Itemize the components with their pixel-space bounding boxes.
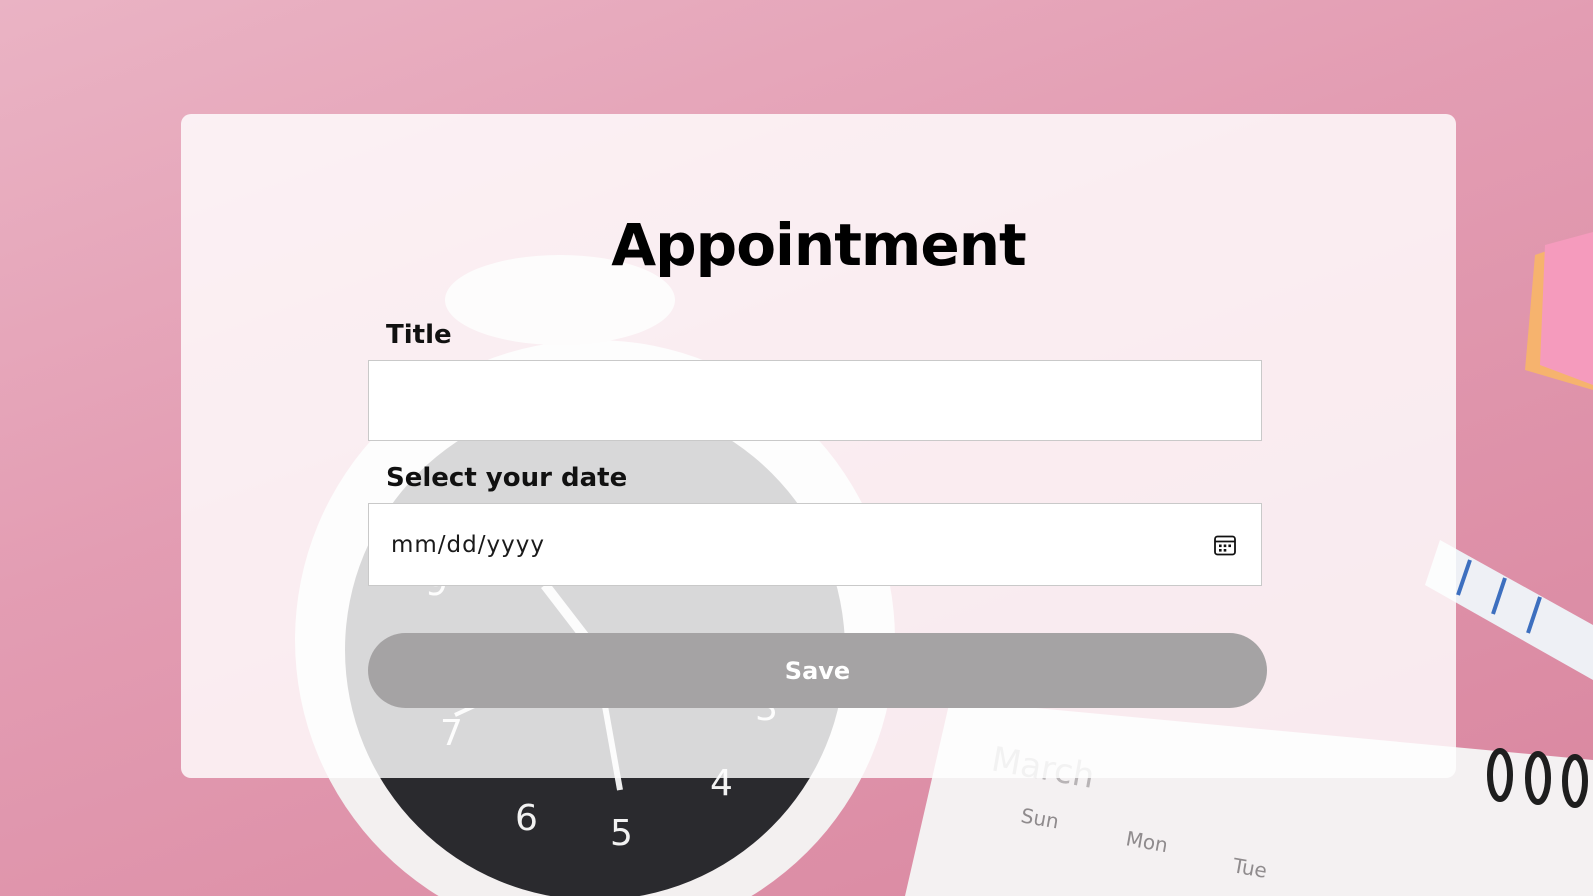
app-screen: MarchSunMonTue934567 Appointment Title S…	[0, 0, 1593, 896]
page-title: Appointment	[611, 211, 1026, 279]
calendar-icon[interactable]	[1213, 533, 1237, 557]
date-label: Select your date	[386, 463, 628, 493]
appointment-card: Appointment Title Select your date mm/dd…	[181, 114, 1456, 778]
date-placeholder: mm/dd/yyyy	[391, 532, 545, 558]
date-input[interactable]: mm/dd/yyyy	[368, 503, 1262, 586]
title-label: Title	[386, 320, 452, 350]
sticky-note-pink	[1540, 232, 1593, 385]
clock-number-5: 5	[610, 813, 633, 854]
clock-number-6: 6	[515, 798, 538, 839]
save-button[interactable]: Save	[368, 633, 1267, 708]
title-input[interactable]	[368, 360, 1262, 441]
